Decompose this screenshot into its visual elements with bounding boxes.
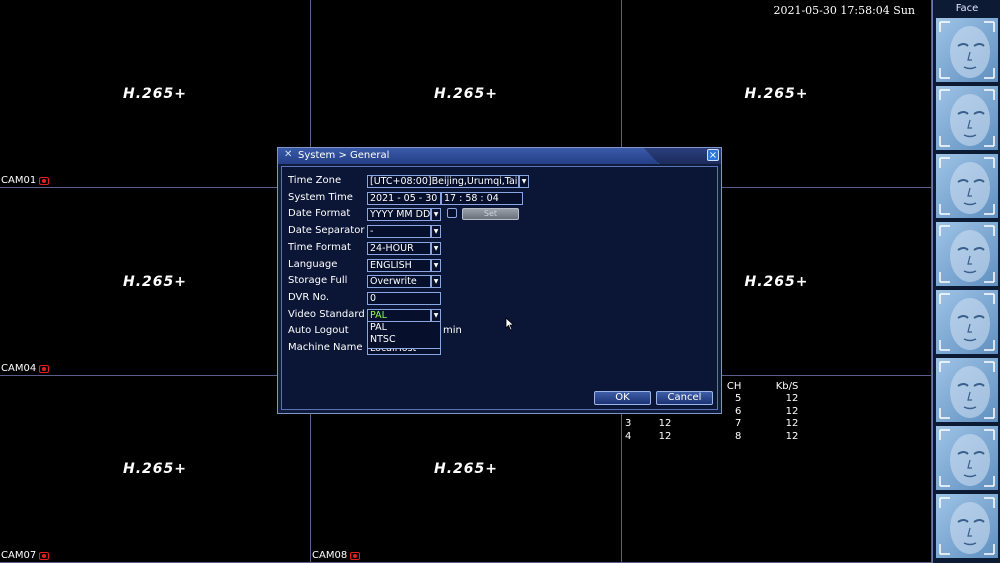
date-separator-select[interactable]: - — [367, 225, 431, 238]
dvr-no-field[interactable]: 0 — [367, 292, 441, 305]
storage-full-label: Storage Full — [288, 275, 348, 286]
dialog-titlebar[interactable]: ✕ System > General × — [278, 148, 721, 164]
stats-header: Kb/S — [775, 380, 799, 392]
time-format-select[interactable]: 24-HOUR — [367, 242, 431, 255]
face-icon — [939, 225, 995, 283]
face-icon — [939, 21, 995, 79]
record-icon — [39, 552, 50, 560]
table-row: 4 12 8 12 — [625, 430, 799, 442]
storage-full-select[interactable]: Overwrite — [367, 275, 431, 288]
auto-logout-label: Auto Logout — [288, 325, 349, 336]
dvr-no-label: DVR No. — [288, 292, 330, 303]
camera-cell-1[interactable]: H.265+ CAM01 — [0, 0, 311, 188]
face-icon — [939, 497, 995, 555]
dropdown-option-ntsc[interactable]: NTSC — [368, 334, 440, 346]
face-thumbnail[interactable] — [936, 18, 998, 82]
video-standard-label: Video Standard — [288, 309, 365, 320]
chevron-down-icon[interactable]: ▼ — [431, 242, 441, 255]
face-thumbnail[interactable] — [936, 86, 998, 150]
mouse-cursor-icon — [505, 317, 515, 331]
record-icon — [350, 552, 361, 560]
camera-cell-7[interactable]: H.265+ CAM07 — [0, 376, 311, 563]
face-icon — [939, 157, 995, 215]
date-format-checkbox[interactable] — [447, 208, 457, 218]
codec-label: H.265+ — [434, 85, 498, 102]
face-icon — [939, 361, 995, 419]
datetime-display: 2021-05-30 17:58:04 Sun — [773, 4, 915, 17]
language-label: Language — [288, 259, 338, 270]
camera-label: CAM08 — [312, 551, 361, 561]
record-icon — [39, 177, 50, 185]
close-icon[interactable]: × — [707, 149, 719, 161]
face-icon — [939, 293, 995, 351]
codec-label: H.265+ — [123, 85, 187, 102]
camera-label: CAM04 — [1, 364, 50, 374]
codec-label: H.265+ — [123, 273, 187, 290]
face-icon — [939, 89, 995, 147]
chevron-down-icon[interactable]: ▼ — [431, 275, 441, 288]
system-time-field[interactable]: 17 : 58 : 04 — [441, 192, 523, 205]
codec-label: H.265+ — [123, 461, 187, 477]
face-panel: Face — [932, 0, 1000, 563]
ok-button[interactable]: OK — [594, 391, 651, 405]
chevron-down-icon[interactable]: ▼ — [519, 175, 529, 188]
codec-label: H.265+ — [434, 461, 498, 477]
system-time-label: System Time — [288, 192, 353, 203]
dialog-title: System > General — [298, 150, 390, 161]
tools-icon: ✕ — [284, 149, 293, 160]
camera-label: CAM01 — [1, 176, 50, 186]
chevron-down-icon[interactable]: ▼ — [431, 208, 441, 221]
chevron-down-icon[interactable]: ▼ — [431, 259, 441, 272]
table-row: 3 12 7 12 — [625, 418, 799, 430]
camera-cell-4[interactable]: H.265+ CAM04 — [0, 188, 311, 376]
face-panel-title: Face — [955, 3, 979, 14]
face-thumbnail[interactable] — [936, 494, 998, 558]
record-icon — [39, 365, 50, 373]
face-thumbnail[interactable] — [936, 358, 998, 422]
chevron-down-icon[interactable]: ▼ — [431, 225, 441, 238]
system-date-field[interactable]: 2021 - 05 - 30 — [367, 192, 441, 205]
face-icon — [939, 429, 995, 487]
time-format-label: Time Format — [288, 242, 351, 253]
cancel-button[interactable]: Cancel — [656, 391, 713, 405]
face-thumbnail[interactable] — [936, 426, 998, 490]
set-button[interactable]: Set — [462, 208, 519, 220]
camera-label: CAM07 — [1, 551, 50, 561]
video-standard-options: PAL NTSC — [367, 321, 441, 349]
dropdown-option-pal[interactable]: PAL — [368, 322, 440, 334]
face-thumbnail[interactable] — [936, 154, 998, 218]
machine-name-label: Machine Name — [288, 342, 363, 353]
time-zone-select[interactable]: [UTC+08:00]Beijing,Urumqi,Tai — [367, 175, 519, 188]
time-zone-label: Time Zone — [288, 175, 342, 186]
date-separator-label: Date Separator — [288, 225, 365, 236]
language-select[interactable]: ENGLISH — [367, 259, 431, 272]
face-thumbnail[interactable] — [936, 290, 998, 354]
date-format-label: Date Format — [288, 208, 351, 219]
date-format-select[interactable]: YYYY MM DD — [367, 208, 431, 221]
codec-label: H.265+ — [744, 85, 809, 102]
auto-logout-unit: min — [443, 325, 462, 336]
face-thumbnail[interactable] — [936, 222, 998, 286]
